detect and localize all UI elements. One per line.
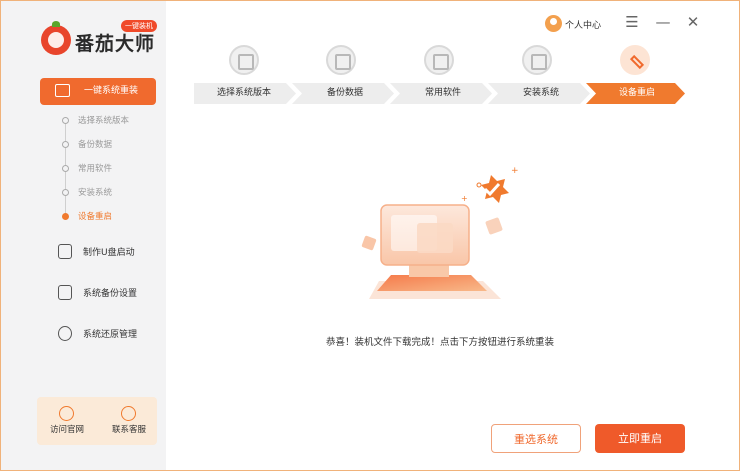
- app-badge: 一键装机: [121, 20, 157, 32]
- user-center-label: 个人中心: [565, 21, 602, 31]
- footer-label: 访问官网: [49, 425, 84, 435]
- monitor-icon: [55, 84, 70, 97]
- svg-text:+: +: [461, 194, 468, 203]
- progress-step: 安装系统: [493, 83, 589, 104]
- footer-label: 联系客服: [111, 425, 146, 435]
- sidebar-step-current: 设备重启: [61, 210, 161, 224]
- sidebar-item-restore[interactable]: 系统还原管理: [56, 324, 166, 344]
- usb-drive-icon: [58, 244, 72, 259]
- progress-step-label: 设备重启: [618, 88, 655, 98]
- progress-steps: 选择系统版本 备份数据 常用软件 安装系统 设备重启: [194, 45, 694, 105]
- headset-icon: [121, 406, 136, 421]
- visit-website-link[interactable]: 访问官网: [37, 403, 97, 443]
- user-avatar-icon: [545, 15, 562, 32]
- sidebar-step: 常用软件: [61, 162, 161, 176]
- step-label: 备份数据: [78, 140, 113, 150]
- sidebar-item-backup-settings[interactable]: 系统备份设置: [56, 283, 166, 303]
- step-dot: [62, 165, 69, 172]
- browser-icon: [59, 406, 74, 421]
- sidebar: 番茄大师 一键装机 一键系统重装 选择系统版本 备份数据 常用软件 安装系统 设…: [1, 1, 166, 470]
- success-message: 恭喜！装机文件下载完成！点击下方按钮进行系统重装: [325, 337, 554, 348]
- success-illustration: + +: [361, 166, 519, 299]
- progress-step-current: 设备重启: [591, 83, 683, 104]
- app-logo: 番茄大师 一键装机: [41, 20, 161, 59]
- sidebar-item-reinstall[interactable]: 一键系统重装: [40, 78, 156, 105]
- minimize-icon[interactable]: —: [655, 13, 671, 31]
- app-window: 番茄大师 一键装机 一键系统重装 选择系统版本 备份数据 常用软件 安装系统 设…: [0, 0, 740, 471]
- app-name: 番茄大师: [75, 33, 156, 55]
- menu-icon[interactable]: ☰: [624, 13, 640, 31]
- progress-step-label: 备份数据: [326, 88, 363, 98]
- step-dot: [62, 117, 69, 124]
- step-dot: [62, 213, 69, 220]
- progress-step-label: 安装系统: [522, 88, 559, 98]
- sidebar-item-label: 制作U盘启动: [83, 248, 135, 258]
- svg-text:+: +: [511, 166, 519, 176]
- sidebar-footer: 访问官网 联系客服: [37, 397, 157, 445]
- reselect-system-button[interactable]: 重选系统: [491, 424, 581, 453]
- progress-step: 选择系统版本: [194, 83, 294, 104]
- restore-icon: [58, 326, 72, 341]
- backup-icon: [58, 285, 72, 300]
- sidebar-step: 备份数据: [61, 138, 161, 152]
- sidebar-item-usb-boot[interactable]: 制作U盘启动: [56, 242, 166, 262]
- step-label: 安装系统: [78, 188, 113, 198]
- progress-step-label: 常用软件: [424, 88, 461, 98]
- sidebar-item-label: 一键系统重装: [84, 86, 139, 96]
- sidebar-item-label: 系统备份设置: [83, 289, 138, 299]
- close-icon[interactable]: ✕: [685, 13, 701, 31]
- contact-support-link[interactable]: 联系客服: [99, 403, 159, 443]
- sidebar-step: 安装系统: [61, 186, 161, 200]
- progress-step: 备份数据: [297, 83, 393, 104]
- step-label: 选择系统版本: [78, 116, 130, 126]
- step-dot: [62, 189, 69, 196]
- step-label: 常用软件: [78, 164, 113, 174]
- sidebar-step: 选择系统版本: [61, 114, 161, 128]
- progress-step-label: 选择系统版本: [216, 88, 271, 98]
- step-dot: [62, 141, 69, 148]
- step-label: 设备重启: [78, 212, 113, 222]
- sidebar-item-label: 系统还原管理: [83, 330, 138, 340]
- tomato-logo-icon: [41, 21, 71, 55]
- restart-now-button[interactable]: 立即重启: [595, 424, 685, 453]
- progress-step: 常用软件: [395, 83, 491, 104]
